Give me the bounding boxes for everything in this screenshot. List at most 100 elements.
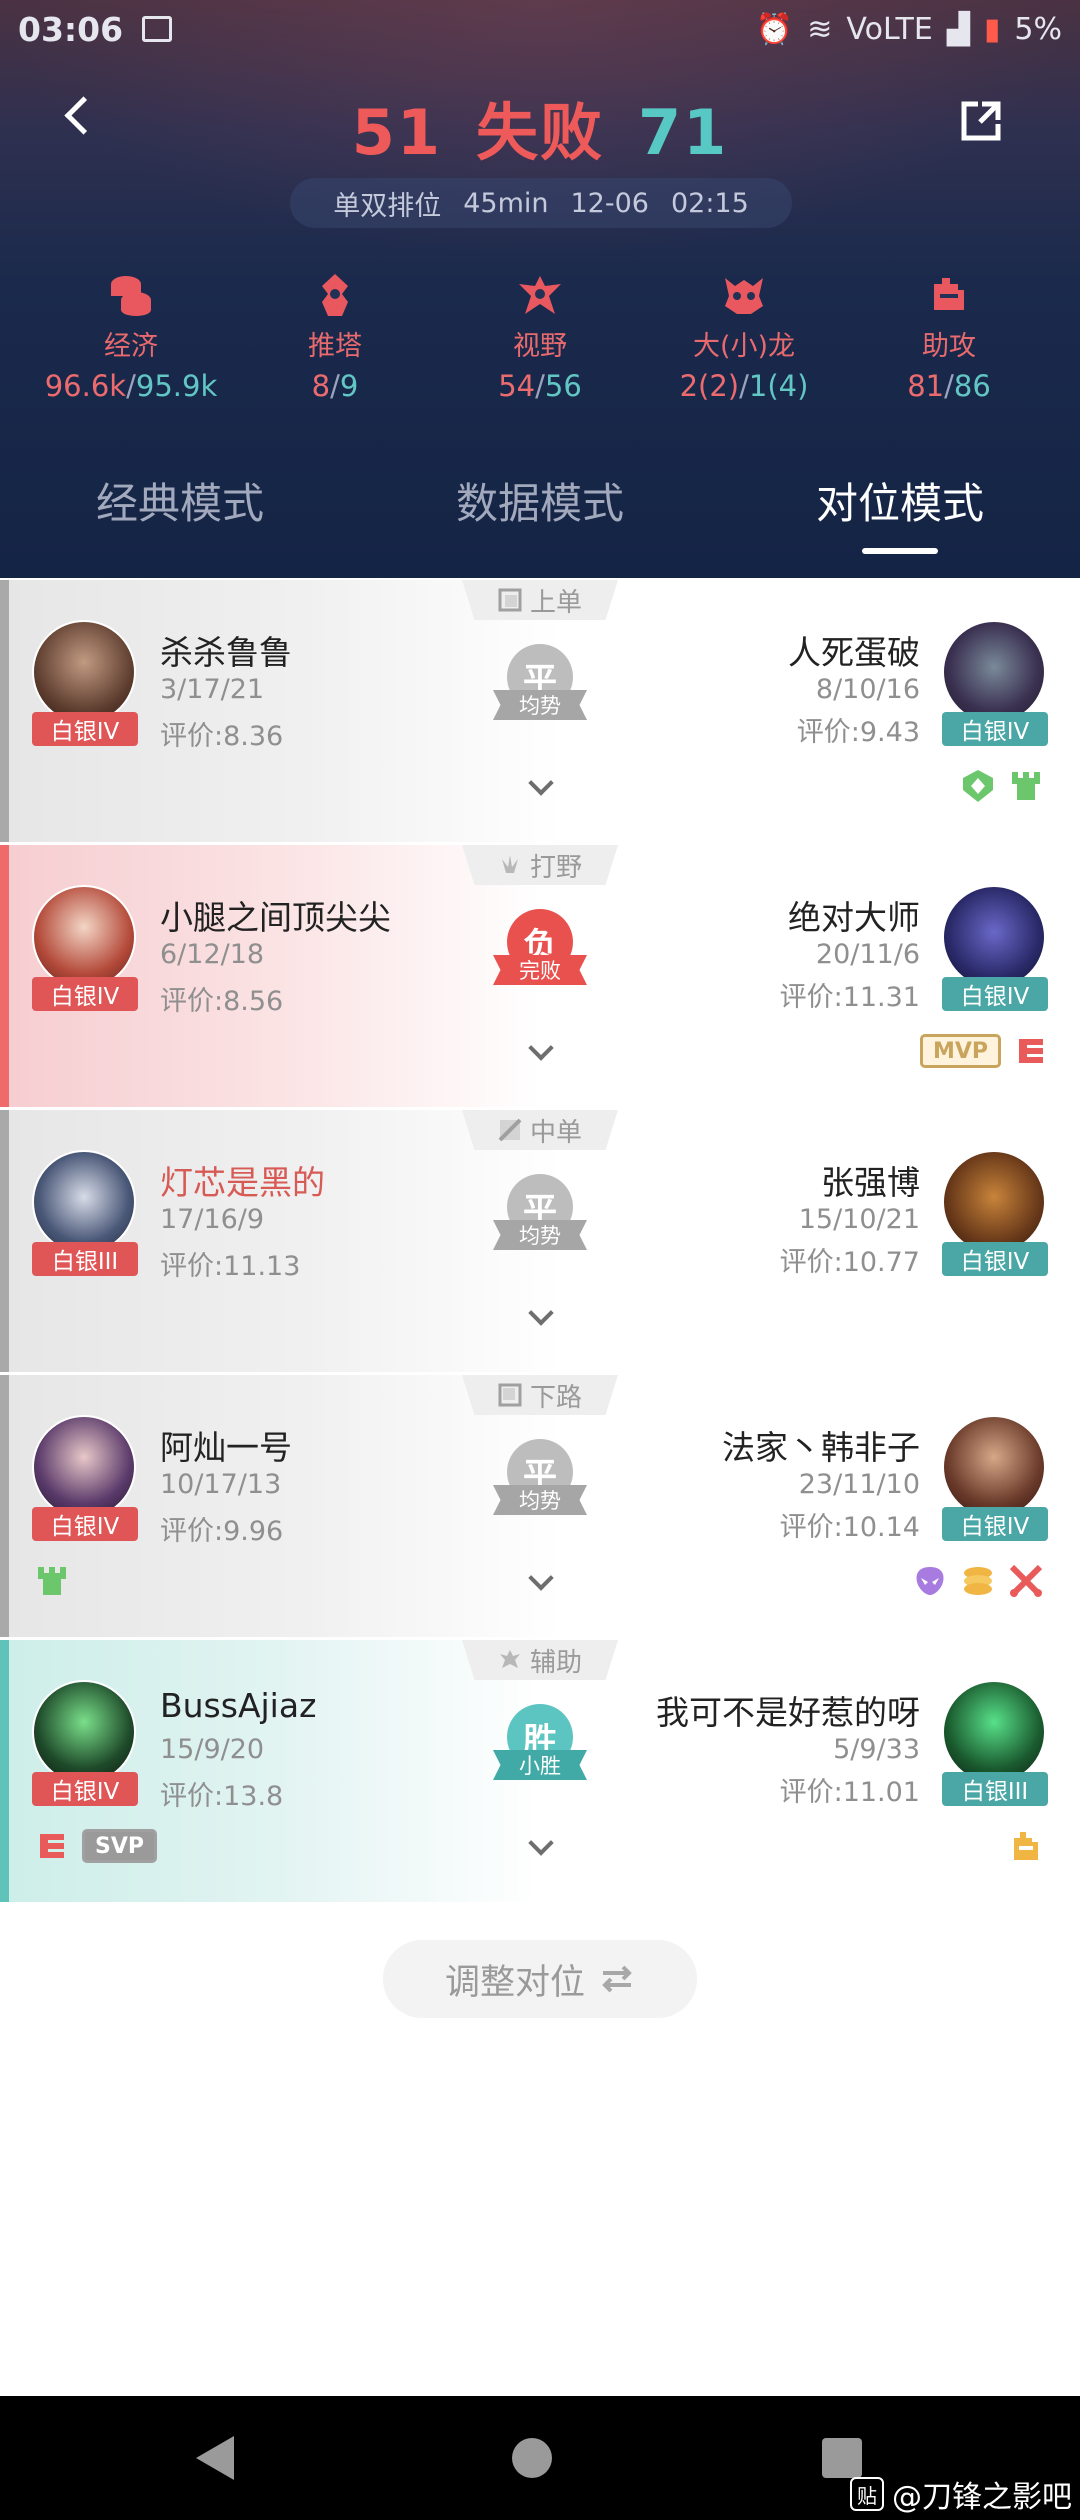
opponent-avatar[interactable]: [942, 1150, 1046, 1254]
battery-icon: ▮: [983, 12, 1001, 47]
result-bar: [0, 580, 9, 844]
opponent-name: 我可不是好惹的呀: [656, 1693, 920, 1732]
matchup-row-mid[interactable]: 中单 白银III 灯芯是黑的 17/16/9 评价:11.13 平 均势 张强博…: [0, 1110, 1080, 1374]
opponent-avatar[interactable]: [942, 620, 1046, 724]
player-avatar[interactable]: [32, 1680, 136, 1784]
player-avatar[interactable]: [32, 1415, 136, 1519]
player-kda: 6/12/18: [160, 939, 265, 970]
coins-icon: [111, 276, 151, 316]
player-score: 评价:11.13: [160, 1251, 301, 1282]
opponent-badges: [912, 1563, 1044, 1599]
verdict-badge: 胜 小胜: [493, 1704, 587, 1784]
alarm-icon: ⏰: [755, 12, 794, 47]
tab-data[interactable]: 数据模式: [360, 470, 720, 531]
triple-kill-icon: [40, 1834, 64, 1858]
player-score: 评价:9.96: [160, 1516, 284, 1547]
opponent-kda: 5/9/33: [833, 1734, 920, 1765]
player-badges: [34, 1563, 70, 1599]
adjust-matchup-button[interactable]: 调整对位: [383, 1940, 697, 2018]
player-badges: SVP: [34, 1828, 157, 1864]
match-duration: 45min: [463, 187, 549, 219]
result-bar: [0, 1110, 9, 1374]
stat-label: 推塔: [308, 331, 362, 362]
expand-chevron-icon[interactable]: [526, 1569, 554, 1589]
opponent-score: 评价:9.43: [796, 717, 920, 748]
stat-value: 54/56: [498, 369, 582, 403]
player-score: 评价:13.8: [160, 1781, 284, 1812]
gold-coins-icon: [964, 1567, 992, 1595]
top-lane-icon: [498, 588, 522, 612]
verdict-sub: 完败: [493, 955, 587, 985]
stat-value: 96.6k/95.9k: [44, 369, 218, 403]
expand-chevron-icon[interactable]: [526, 1834, 554, 1854]
match-meta: 单双排位 45min 12-06 02:15: [290, 178, 792, 228]
expand-chevron-icon[interactable]: [526, 1304, 554, 1324]
result-bar: [0, 1640, 9, 1904]
tower-icon: [322, 274, 348, 316]
tab-matchup[interactable]: 对位模式: [720, 470, 1080, 531]
player-avatar[interactable]: [32, 620, 136, 724]
player-name: 小腿之间顶尖尖: [160, 898, 391, 937]
opponent-avatar[interactable]: [942, 885, 1046, 989]
right-team-kills: 71: [638, 96, 729, 169]
matchup-row-jungle[interactable]: 打野 白银IV 小腿之间顶尖尖 6/12/18 评价:8.56 负 完败 绝对大…: [0, 845, 1080, 1109]
match-result: 失败: [475, 96, 604, 169]
verdict-badge: 平 均势: [493, 1174, 587, 1254]
expand-chevron-icon[interactable]: [526, 774, 554, 794]
opponent-name: 人死蛋破: [788, 633, 920, 672]
player-kda: 15/9/20: [160, 1734, 265, 1765]
status-indicators: ⏰ ≋ VoLTE ▟ ▮ 5%: [756, 12, 1062, 47]
rank-badge: 白银III: [942, 1772, 1048, 1806]
swap-icon: [602, 1965, 632, 1993]
rank-badge: 白银IV: [32, 1507, 138, 1541]
adjust-matchup-label: 调整对位: [444, 1962, 585, 2003]
rank-badge: 白银III: [32, 1242, 138, 1276]
player-avatar[interactable]: [32, 885, 136, 989]
verdict-badge: 平 均势: [493, 644, 587, 724]
matchup-row-bot[interactable]: 下路 白银IV 阿灿一号 10/17/13 评价:9.96 平 均势 法家丶韩非…: [0, 1375, 1080, 1639]
rank-badge: 白银IV: [942, 712, 1048, 746]
nav-back-icon[interactable]: [196, 2436, 234, 2480]
rank-badge: 白银IV: [32, 1772, 138, 1806]
opponent-avatar[interactable]: [942, 1680, 1046, 1784]
opponent-kda: 8/10/16: [815, 674, 920, 705]
jungle-icon: [501, 855, 518, 873]
stat-towers: 推塔 8/9: [225, 272, 445, 403]
status-bar: 03:06 ⏰ ≋ VoLTE ▟ ▮ 5%: [0, 0, 1080, 62]
cell-signal-icon: ▟: [946, 12, 970, 47]
svp-badge: SVP: [82, 1829, 157, 1863]
stat-label: 视野: [513, 331, 567, 362]
result-bar: [0, 1375, 9, 1639]
lane-tab: 打野: [462, 845, 618, 885]
match-score: 51 失败 71: [0, 82, 1080, 172]
opponent-score: 评价:11.31: [779, 982, 920, 1013]
verdict-sub: 均势: [493, 1220, 587, 1250]
fist-icon: [934, 278, 964, 310]
match-time: 02:15: [670, 187, 749, 219]
player-kda: 10/17/13: [160, 1469, 282, 1500]
opponent-score: 评价:10.77: [779, 1247, 920, 1278]
tower-icon: [38, 1567, 66, 1595]
opponent-kda: 23/11/10: [798, 1469, 920, 1500]
matchup-row-support[interactable]: 辅助 白银IV BussAjiaz 15/9/20 评价:13.8 SVP 胜 …: [0, 1640, 1080, 1904]
player-name: 杀杀鲁鲁: [160, 633, 292, 672]
match-date: 12-06: [570, 187, 649, 219]
opponent-score: 评价:11.01: [779, 1777, 920, 1808]
player-name: BussAjiaz: [160, 1686, 317, 1725]
player-avatar[interactable]: [32, 1150, 136, 1254]
stat-label: 大(小)龙: [692, 331, 796, 362]
rank-badge: 白银IV: [32, 977, 138, 1011]
expand-chevron-icon[interactable]: [526, 1039, 554, 1059]
mid-lane-icon: [498, 1118, 522, 1142]
player-score: 评价:8.56: [160, 986, 284, 1017]
rank-badge: 白银IV: [942, 1242, 1048, 1276]
stat-label: 经济: [104, 331, 158, 362]
left-team-kills: 51: [351, 96, 442, 169]
player-name: 灯芯是黑的: [160, 1163, 325, 1202]
stat-value: 81/86: [907, 369, 991, 403]
matchup-row-top[interactable]: 上单 白银IV 杀杀鲁鲁 3/17/21 评价:8.36 平 均势 人死蛋破 8…: [0, 580, 1080, 844]
opponent-avatar[interactable]: [942, 1415, 1046, 1519]
tab-classic[interactable]: 经典模式: [0, 470, 360, 531]
nav-home-icon[interactable]: [512, 2438, 552, 2478]
alien-icon: [916, 1567, 944, 1595]
